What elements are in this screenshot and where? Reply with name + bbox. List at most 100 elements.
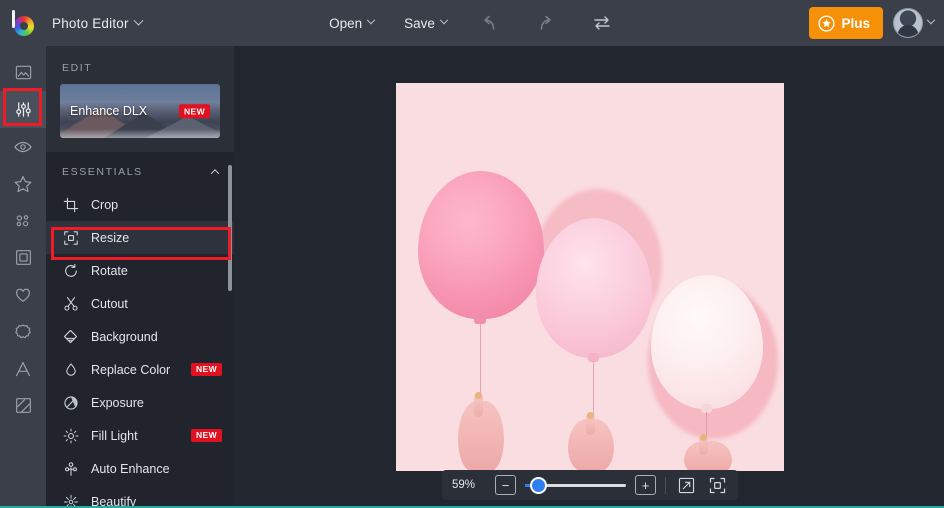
- chevron-down-icon: [133, 15, 144, 26]
- fill-light-icon: [62, 427, 79, 444]
- menu-item-label: Crop: [91, 197, 119, 212]
- enhance-dlx-promo[interactable]: Enhance DLX NEW: [60, 84, 220, 138]
- expand-arrow-icon: [678, 477, 694, 493]
- sidebar-item-photo[interactable]: [0, 54, 46, 91]
- snow-gradient: [60, 129, 220, 138]
- menu-item-resize[interactable]: Resize: [46, 221, 234, 254]
- dots-cluster-icon: [16, 214, 29, 226]
- heart-icon: [16, 288, 30, 302]
- undo-arrow-icon: [484, 15, 495, 30]
- fingernail: [475, 392, 482, 399]
- save-label: Save: [404, 15, 435, 31]
- plus-upgrade-button[interactable]: Plus: [809, 7, 883, 39]
- essentials-section-header[interactable]: ESSENTIALS: [46, 152, 234, 188]
- section-title: ESSENTIALS: [62, 166, 143, 178]
- photo-editor-window: Photo Editor Open Save Plus EDIT Enhance…: [0, 0, 944, 508]
- undo-button[interactable]: [477, 10, 503, 36]
- app-title-dropdown[interactable]: Photo Editor: [52, 15, 144, 31]
- sidebar-item-artsy[interactable]: [0, 202, 46, 239]
- droplet-icon: [62, 361, 79, 378]
- fit-to-screen-icon: [709, 477, 725, 493]
- menu-item-exposure[interactable]: Exposure: [46, 386, 234, 419]
- sidebar-item-overlays[interactable]: [0, 276, 46, 313]
- canvas-area[interactable]: 59% − +: [234, 46, 944, 508]
- sidebar-item-touch-up[interactable]: [0, 128, 46, 165]
- open-menu-button[interactable]: Open: [329, 15, 376, 31]
- new-badge: NEW: [178, 104, 210, 118]
- menu-item-crop[interactable]: Crop: [46, 188, 234, 221]
- crop-icon: [62, 196, 79, 213]
- edit-panel: EDIT Enhance DLX NEW ESSENTIALS Crop Res…: [46, 46, 234, 508]
- sidebar-item-frames[interactable]: [0, 239, 46, 276]
- exposure-icon: [62, 394, 79, 411]
- photo-canvas[interactable]: [396, 83, 784, 471]
- zoom-slider-handle[interactable]: [530, 476, 547, 494]
- essentials-menu-list: Crop Resize Rotate Cutout Background Rep…: [46, 188, 234, 508]
- balloon-white: [651, 275, 763, 409]
- compare-button[interactable]: [589, 10, 615, 36]
- badge-scallop-icon: [15, 324, 31, 338]
- sidebar-item-textures[interactable]: [0, 387, 46, 424]
- chevron-down-icon: [366, 15, 376, 25]
- chevron-down-icon: [926, 15, 936, 25]
- panel-scrollbar[interactable]: [228, 165, 232, 291]
- new-badge: NEW: [190, 428, 222, 443]
- zoom-in-button[interactable]: +: [635, 475, 656, 495]
- menu-item-cutout[interactable]: Cutout: [46, 287, 234, 320]
- texture-diagonal-icon: [15, 398, 31, 413]
- menu-item-label: Cutout: [91, 296, 128, 311]
- redo-button[interactable]: [533, 10, 559, 36]
- save-menu-button[interactable]: Save: [404, 15, 449, 31]
- chevron-up-icon: [210, 169, 220, 178]
- sidebar-item-graphics[interactable]: [0, 313, 46, 350]
- sidebar-item-text[interactable]: [0, 350, 46, 387]
- sidebar-item-effects[interactable]: [0, 165, 46, 202]
- rotate-icon: [62, 262, 79, 279]
- menu-item-auto-enhance[interactable]: Auto Enhance: [46, 452, 234, 485]
- expand-button[interactable]: [675, 474, 697, 496]
- balloon-light-pink: [536, 218, 652, 358]
- image-mountain-icon: [15, 65, 31, 80]
- fit-to-screen-button[interactable]: [706, 474, 728, 496]
- menu-item-label: Exposure: [91, 395, 144, 410]
- redo-arrow-icon: [541, 15, 552, 30]
- menu-item-label: Auto Enhance: [91, 461, 170, 476]
- menu-item-label: Rotate: [91, 263, 128, 278]
- swap-compare-icon: [594, 16, 610, 30]
- zoom-out-button[interactable]: −: [495, 475, 516, 495]
- menu-item-background[interactable]: Background: [46, 320, 234, 353]
- top-bar-right-actions: Plus: [809, 0, 936, 46]
- balloon-pink: [418, 171, 544, 319]
- menu-item-rotate[interactable]: Rotate: [46, 254, 234, 287]
- balloon-string: [480, 323, 481, 401]
- auto-enhance-icon: [62, 460, 79, 477]
- letter-a-icon: [16, 361, 30, 376]
- zoom-slider[interactable]: [525, 476, 626, 494]
- befunky-logo-icon: [10, 10, 36, 36]
- open-label: Open: [329, 15, 363, 31]
- menu-item-fill-light[interactable]: Fill Light NEW: [46, 419, 234, 452]
- frame-square-icon: [15, 250, 31, 265]
- menu-item-label: Background: [91, 329, 158, 344]
- fingernail: [700, 434, 707, 441]
- zoom-level-label: 59%: [452, 479, 476, 491]
- star-badge-icon: [818, 14, 836, 32]
- menu-item-label: Resize: [91, 230, 130, 245]
- top-bar: Photo Editor Open Save Plus: [0, 0, 944, 46]
- app-logo[interactable]: [0, 0, 46, 46]
- zoom-toolbar: 59% − +: [442, 470, 738, 500]
- fingernail: [587, 412, 594, 419]
- account-menu[interactable]: [893, 8, 936, 38]
- left-tool-rail: [0, 46, 46, 508]
- menu-item-replace-color[interactable]: Replace Color NEW: [46, 353, 234, 386]
- sidebar-item-edit[interactable]: [0, 91, 46, 128]
- background-icon: [62, 328, 79, 345]
- chevron-down-icon: [439, 15, 449, 25]
- eye-icon: [14, 141, 32, 152]
- divider: [665, 476, 666, 494]
- avatar: [893, 8, 923, 38]
- resize-icon: [62, 229, 79, 246]
- promo-label: Enhance DLX: [70, 104, 148, 118]
- hand-right: [684, 441, 732, 471]
- menu-item-beautify[interactable]: Beautify: [46, 485, 234, 508]
